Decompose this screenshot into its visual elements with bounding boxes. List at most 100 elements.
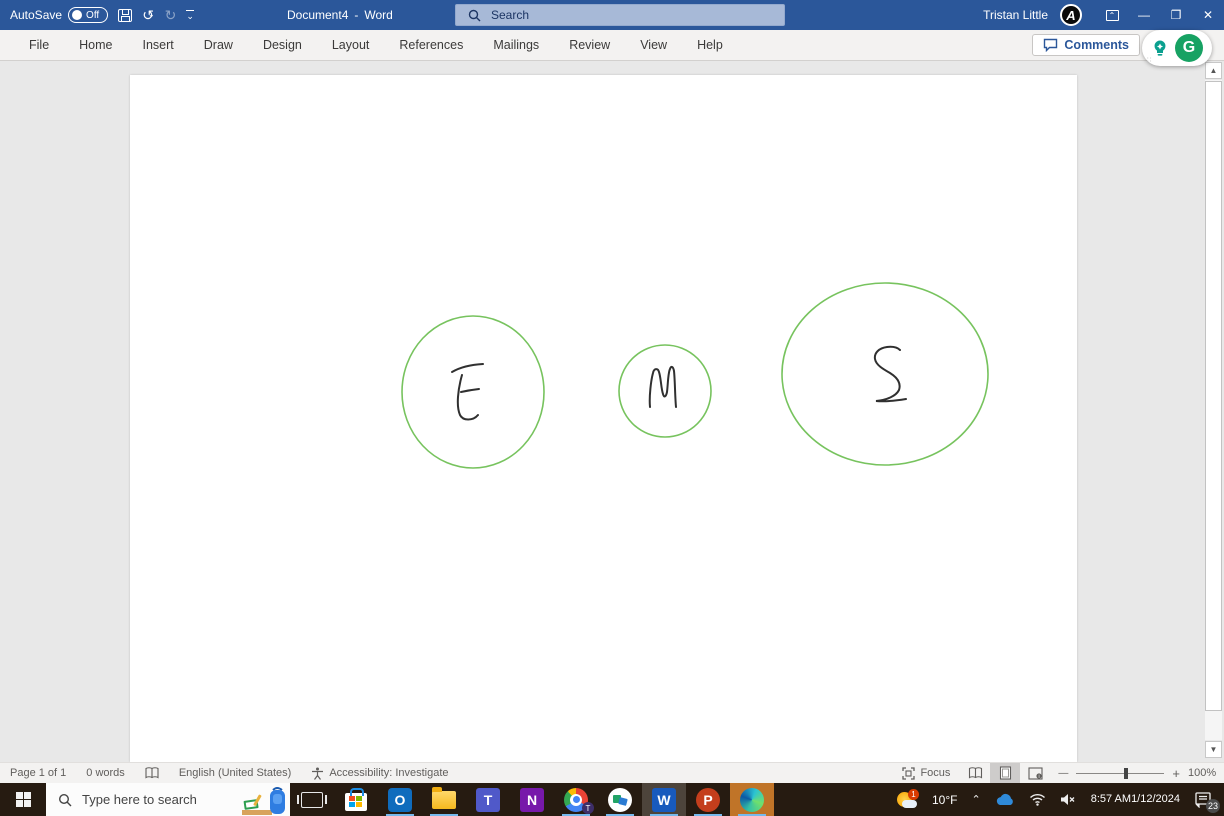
tab-review[interactable]: Review [554,31,625,59]
redo-icon[interactable]: ↻ [165,8,177,22]
zoom-control: — + [1050,766,1188,781]
taskbar-search-icon [58,793,72,806]
read-mode-button[interactable] [960,763,990,783]
app-name: Word [364,8,393,22]
taskbar-app-teams[interactable]: T [466,783,510,816]
language-indicator[interactable]: English (United States) [169,767,302,779]
grammarly-drag-handle[interactable]: ∷ [1147,56,1152,64]
focus-icon [902,766,916,780]
tab-mailings[interactable]: Mailings [478,31,554,59]
scrollbar-track[interactable] [1205,80,1222,740]
print-layout-button[interactable] [990,763,1021,783]
accessibility-status[interactable]: Accessibility: Investigate [301,767,458,780]
taskbar-app-edge[interactable] [730,783,774,816]
document-page[interactable] [130,75,1077,762]
taskbar-clock[interactable]: 8:57 AM 1/12/2024 [1085,783,1186,816]
taskbar-app-powerpoint[interactable]: P [686,783,730,816]
taskbar-app-word[interactable]: W [642,783,686,816]
tray-overflow-chevron-icon[interactable]: ⌃ [966,783,985,816]
teams-icon: T [476,787,500,812]
undo-dropdown-icon[interactable]: ⌄ [148,11,155,19]
weather-widget[interactable]: 1 [891,783,923,816]
autosave-toggle[interactable]: AutoSave Off [10,7,109,23]
scroll-down-icon[interactable]: ▼ [1205,741,1222,758]
title-separator: - [354,8,359,22]
taskbar-app-outlook[interactable]: O [378,783,422,816]
start-button[interactable] [0,783,46,816]
taskbar-search-box[interactable]: Type here to search [46,783,290,816]
vertical-scrollbar[interactable]: ▲ ▼ [1204,62,1223,760]
proofing-status[interactable] [135,767,169,779]
task-view-button[interactable] [290,783,334,816]
tab-layout[interactable]: Layout [317,31,385,59]
tab-draw[interactable]: Draw [189,31,248,59]
accessibility-label: Accessibility: Investigate [329,767,449,779]
ribbon-display-options-button[interactable]: ⌃ [1096,0,1128,30]
ink-drawing [401,282,989,469]
customize-qat-icon[interactable]: ⌄ [186,9,194,21]
zoom-slider-handle[interactable] [1124,767,1129,779]
autosave-switch[interactable]: Off [68,7,109,23]
taskbar-app-file-explorer[interactable] [422,783,466,816]
tab-insert[interactable]: Insert [128,31,189,59]
focus-label: Focus [920,767,951,779]
tab-file[interactable]: File [14,31,64,59]
tab-view[interactable]: View [625,31,682,59]
search-placeholder: Search [491,8,530,22]
autosave-knob [72,10,83,20]
comments-button[interactable]: Comments [1032,34,1140,56]
white-circle-app-icon [608,787,632,812]
scrollbar-thumb[interactable] [1205,81,1222,711]
web-layout-button[interactable]: i [1020,763,1050,783]
file-explorer-icon [432,786,456,809]
title-bar: AutoSave Off ↺ ⌄ ↻ ⌄ Document4 - Word Se… [0,0,1224,30]
tab-design[interactable]: Design [248,31,317,59]
user-name[interactable]: Tristan Little [983,8,1048,22]
volume-muted-icon[interactable] [1055,783,1081,816]
autosave-label: AutoSave [10,8,63,22]
tab-home[interactable]: Home [64,31,127,59]
action-center-button[interactable]: 23 [1190,783,1220,816]
avatar[interactable]: A [1060,4,1082,26]
save-icon[interactable] [118,8,133,22]
taskbar-app-onenote[interactable]: N [510,783,554,816]
tab-references[interactable]: References [384,31,478,59]
edge-icon [740,787,764,812]
zoom-percentage[interactable]: 100% [1188,767,1224,779]
word-application-window: AutoSave Off ↺ ⌄ ↻ ⌄ Document4 - Word Se… [0,0,1224,816]
read-mode-icon [968,767,982,779]
taskbar-app-microsoft-store[interactable] [334,783,378,816]
ink-circle-m[interactable] [618,344,712,438]
ink-circle-s[interactable] [781,282,989,466]
page-indicator[interactable]: Page 1 of 1 [0,767,76,779]
focus-mode-button[interactable]: Focus [892,766,960,780]
temperature-label[interactable]: 10°F [927,783,962,816]
minimize-button[interactable]: — [1128,0,1160,30]
search-box[interactable]: Search [455,4,785,26]
zoom-in-button[interactable]: + [1172,766,1180,781]
zoom-slider[interactable] [1076,767,1165,779]
tab-help[interactable]: Help [682,31,738,59]
word-count[interactable]: 0 words [76,767,135,779]
status-bar: Page 1 of 1 0 words English (United Stat… [0,762,1224,783]
weather-alert-badge: 1 [908,788,919,800]
close-button[interactable]: ✕ [1192,0,1224,30]
zoom-out-button[interactable]: — [1058,768,1068,779]
onedrive-icon[interactable] [990,783,1020,816]
document-name: Document4 [287,8,349,22]
clock-time: 8:57 AM [1090,793,1132,806]
grammarly-widget[interactable]: ∷ G [1142,30,1212,66]
ink-circle-e[interactable] [401,315,545,469]
restore-icon: ❐ [1170,8,1182,22]
wifi-icon[interactable] [1024,783,1051,816]
restore-button[interactable]: ❐ [1160,0,1192,30]
onenote-icon: N [520,787,544,812]
close-icon: ✕ [1202,8,1214,22]
grammarly-suggestion-icon[interactable] [1151,39,1169,57]
taskbar-app-white-circle[interactable] [598,783,642,816]
quick-access-toolbar: AutoSave Off ↺ ⌄ ↻ ⌄ [0,7,194,23]
scroll-up-icon[interactable]: ▲ [1205,62,1222,79]
grammarly-icon[interactable]: G [1175,34,1203,62]
taskbar-app-chrome[interactable]: T [554,783,598,816]
print-layout-icon [999,766,1011,780]
